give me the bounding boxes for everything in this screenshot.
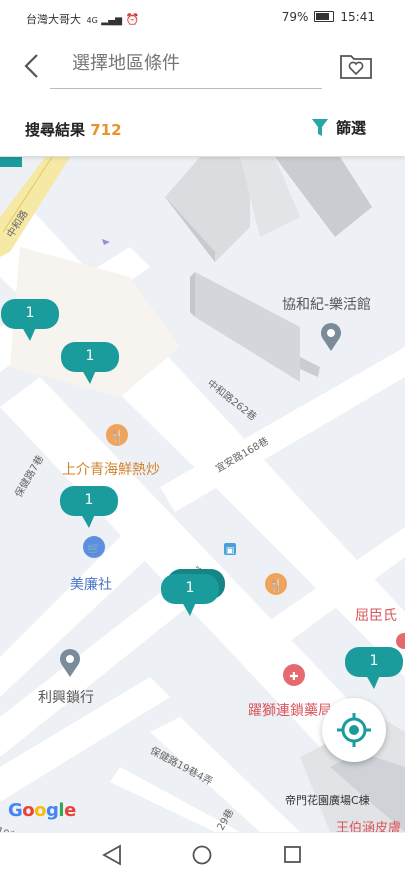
place-label-dimen[interactable]: 帝門花園廣場C棟 bbox=[285, 792, 370, 808]
filter-button[interactable]: 篩選 bbox=[312, 117, 366, 141]
place-label-shangjie[interactable]: 上介青海鮮熱炒 bbox=[62, 459, 160, 479]
search-input[interactable] bbox=[70, 52, 334, 75]
nav-back-icon[interactable] bbox=[102, 844, 121, 866]
clock: 15:41 bbox=[340, 10, 375, 24]
battery-icon bbox=[314, 11, 335, 22]
status-left: 台灣大哥大 4G ▂▄▆ ⏰ bbox=[26, 11, 139, 27]
carrier-name: 台灣大哥大 bbox=[26, 13, 81, 26]
battery-percent: 79% bbox=[281, 10, 309, 24]
results-count: 712 bbox=[90, 121, 122, 139]
results-bar: 搜尋結果 712 篩選 bbox=[0, 100, 405, 157]
svg-text:🍴: 🍴 bbox=[269, 578, 284, 592]
svg-text:🛒: 🛒 bbox=[87, 542, 101, 555]
restaurant-pin-2-icon: 🍴 bbox=[265, 573, 287, 595]
nav-home-icon[interactable] bbox=[192, 845, 212, 865]
status-right: 79% 15:41 bbox=[282, 10, 375, 24]
favorite-folder-icon[interactable] bbox=[339, 50, 373, 80]
listing-cluster-marker[interactable]: 1 bbox=[160, 569, 225, 616]
listing-cluster-marker[interactable]: 1 bbox=[0, 297, 60, 341]
results-text: 搜尋結果 bbox=[25, 121, 86, 139]
place-label-meilian[interactable]: 美廉社 bbox=[70, 574, 112, 594]
cluster-count: 1 bbox=[85, 348, 95, 364]
nav-recents-icon[interactable] bbox=[284, 846, 301, 863]
network-type: 4G bbox=[86, 16, 98, 25]
signal-icon: ▂▄▆ bbox=[101, 16, 123, 26]
locate-me-icon bbox=[337, 713, 371, 747]
place-label-yaoshi[interactable]: 躍獅連鎖藥局 bbox=[248, 700, 332, 720]
cluster-count: 1 bbox=[25, 305, 35, 321]
cluster-count: 1 bbox=[369, 653, 379, 669]
back-arrow-icon[interactable] bbox=[20, 51, 44, 81]
svg-text:✚: ✚ bbox=[289, 670, 298, 683]
listing-cluster-marker[interactable]: 1 bbox=[60, 340, 120, 384]
status-bar: 台灣大哥大 4G ▂▄▆ ⏰ 79% 15:41 bbox=[0, 0, 405, 34]
place-label-xiehe[interactable]: 協和紀-樂活館 bbox=[282, 294, 371, 314]
cluster-count: 1 bbox=[84, 492, 94, 508]
system-nav-bar bbox=[0, 832, 405, 879]
place-label-lixing[interactable]: 利興鎖行 bbox=[38, 687, 94, 707]
cluster-count: 1 bbox=[185, 580, 195, 596]
filter-label: 篩選 bbox=[336, 119, 367, 137]
listing-cluster-marker[interactable]: 1 bbox=[59, 484, 119, 528]
pharmacy-pin-icon: ✚ bbox=[283, 664, 305, 686]
svg-text:🍴: 🍴 bbox=[110, 429, 125, 443]
place-label-quchen[interactable]: 屈臣氏 bbox=[355, 605, 397, 625]
restaurant-pin-icon: 🍴 bbox=[106, 424, 128, 446]
shopping-pin-icon: 🛒 bbox=[83, 536, 105, 558]
locate-me-button[interactable] bbox=[322, 698, 386, 762]
svg-text:▣: ▣ bbox=[226, 546, 235, 556]
google-logo: Google bbox=[8, 800, 76, 821]
filter-funnel-icon bbox=[312, 119, 328, 136]
listing-cluster-marker[interactable]: 1 bbox=[344, 645, 404, 689]
alarm-icon: ⏰ bbox=[125, 13, 140, 26]
header bbox=[0, 34, 405, 100]
search-field[interactable] bbox=[50, 46, 334, 89]
results-label: 搜尋結果 712 bbox=[25, 119, 122, 140]
place-label-wangbo[interactable]: 王伯涵皮膚 bbox=[336, 817, 401, 832]
